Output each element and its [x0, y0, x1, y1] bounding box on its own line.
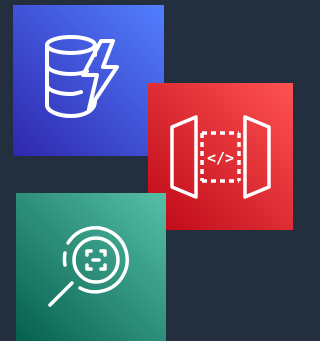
- magnifier-scan-icon: [16, 193, 166, 341]
- api-gateway-tile: </>: [148, 83, 293, 230]
- database-lightning-tile: [13, 5, 164, 156]
- magnifier-scan-tile: [16, 193, 166, 341]
- database-lightning-icon: [13, 5, 164, 156]
- api-gateway-icon: </>: [148, 83, 293, 230]
- code-glyph: </>: [207, 149, 234, 167]
- icon-canvas: </>: [0, 0, 293, 341]
